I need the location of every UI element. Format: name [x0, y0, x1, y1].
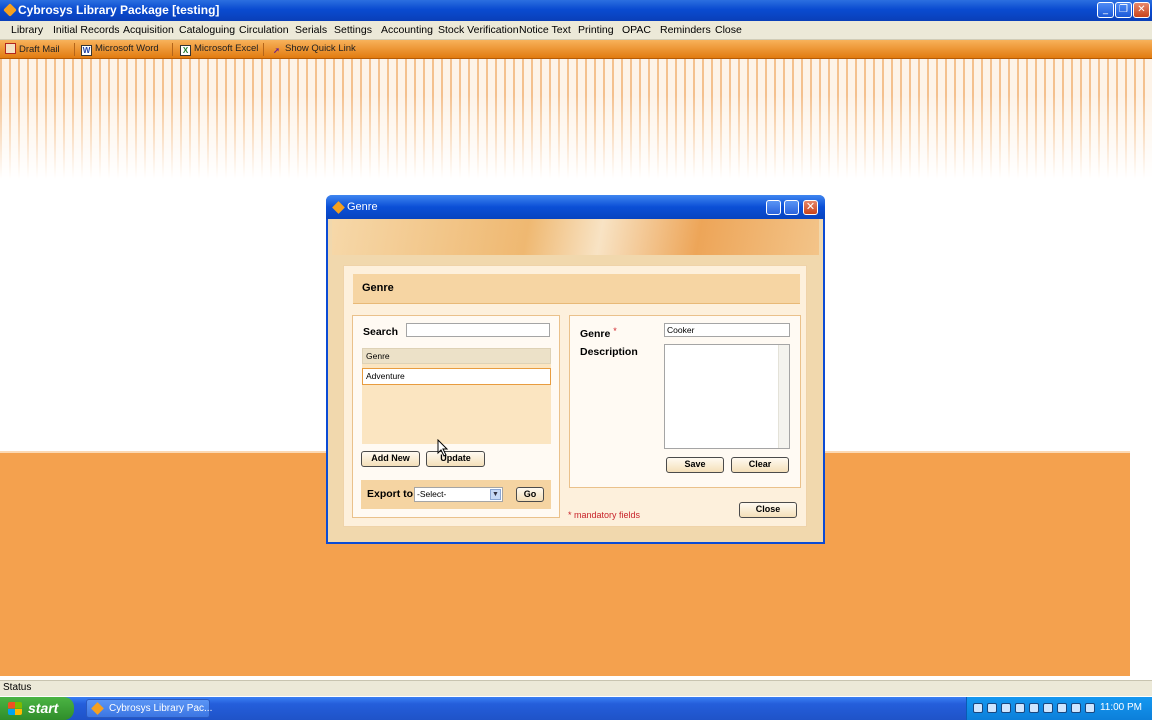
list-item-label: Adventure: [366, 371, 405, 381]
description-textarea[interactable]: [664, 344, 790, 449]
show-quick-link-label: Show Quick Link: [285, 43, 356, 54]
excel-icon: X: [180, 45, 191, 56]
list-item[interactable]: Adventure: [362, 368, 551, 385]
menu-acquisition[interactable]: Acquisition: [123, 24, 174, 36]
go-button[interactable]: Go: [516, 487, 544, 502]
background-stripes: [0, 59, 1152, 179]
export-label: Export to: [367, 488, 414, 500]
menu-reminders[interactable]: Reminders: [660, 24, 711, 36]
taskbar: start Cybrosys Library Pac... 11:00 PM: [0, 697, 1152, 720]
export-bar: Export to -Select- ▼ Go: [361, 480, 551, 509]
add-new-button[interactable]: Add New: [361, 451, 420, 467]
draft-mail-link[interactable]: Draft Mail: [5, 43, 60, 55]
pointer-icon: ➚: [273, 46, 280, 55]
required-mark: *: [613, 326, 617, 336]
window-titlebar: Cybrosys Library Package [testing] _ ❐ ✕: [0, 0, 1152, 21]
genre-list-panel: Search Genre Adventure Add New Update Ex…: [352, 315, 560, 518]
mail-icon: [5, 43, 16, 54]
toolbar-separator: [74, 43, 75, 56]
menu-library[interactable]: Library: [11, 24, 43, 36]
close-button[interactable]: Close: [739, 502, 797, 518]
menu-cataloguing[interactable]: Cataloguing: [179, 24, 235, 36]
toolbar-separator: [172, 43, 173, 56]
chevron-down-icon[interactable]: ▼: [490, 489, 501, 500]
tray-app-icon[interactable]: [1015, 703, 1025, 713]
close-window-button[interactable]: ✕: [1133, 2, 1150, 18]
tray-security-icon[interactable]: [1057, 703, 1067, 713]
dialog-minimize-button[interactable]: [766, 200, 781, 215]
genre-list: Genre Adventure: [362, 348, 551, 444]
menu-notice-text[interactable]: Notice Text: [519, 24, 571, 36]
genre-label: Genre *: [580, 326, 617, 340]
search-input[interactable]: [406, 323, 550, 337]
show-quick-link[interactable]: ➚ Show Quick Link: [271, 43, 356, 57]
mouse-pointer-icon: [437, 439, 449, 457]
form-header: Genre: [353, 274, 800, 304]
menu-circulation[interactable]: Circulation: [239, 24, 289, 36]
description-scrollbar[interactable]: [778, 345, 789, 448]
word-icon: W: [81, 45, 92, 56]
microsoft-excel-link[interactable]: X Microsoft Excel: [180, 43, 258, 56]
start-button[interactable]: start: [0, 697, 74, 720]
menu-printing[interactable]: Printing: [578, 24, 614, 36]
save-button[interactable]: Save: [666, 457, 724, 473]
start-label: start: [28, 700, 59, 716]
dialog-titlebar[interactable]: Genre ✕: [326, 195, 825, 219]
tray-update-icon[interactable]: [1085, 703, 1095, 713]
description-label: Description: [580, 346, 638, 358]
form-title: Genre: [362, 282, 394, 294]
menu-bar: Library Initial Records Acquisition Cata…: [0, 21, 1152, 40]
menu-opac[interactable]: OPAC: [622, 24, 651, 36]
tray-network-icon[interactable]: [987, 703, 997, 713]
app-icon: [3, 3, 17, 17]
menu-initial-records[interactable]: Initial Records: [53, 24, 120, 36]
list-column-label: Genre: [366, 351, 390, 361]
taskbar-item-app[interactable]: Cybrosys Library Pac...: [86, 699, 213, 718]
mandatory-fields-note: * mandatory fields: [568, 510, 641, 520]
minimize-button[interactable]: _: [1097, 2, 1114, 18]
search-label: Search: [363, 326, 399, 338]
maximize-button[interactable]: ❐: [1115, 2, 1132, 18]
export-format-select[interactable]: -Select- ▼: [414, 487, 503, 502]
dialog-title: Genre: [347, 201, 378, 213]
system-tray: 11:00 PM: [966, 697, 1152, 720]
microsoft-excel-label: Microsoft Excel: [194, 43, 259, 54]
microsoft-word-link[interactable]: W Microsoft Word: [81, 43, 159, 56]
menu-settings[interactable]: Settings: [334, 24, 372, 36]
windows-logo-icon: [8, 702, 22, 715]
dialog-maximize-button[interactable]: [784, 200, 799, 215]
clear-button[interactable]: Clear: [731, 457, 789, 473]
tray-chat-icon[interactable]: [1043, 703, 1053, 713]
dialog-close-icon[interactable]: ✕: [803, 200, 818, 215]
dialog-app-icon: [332, 201, 345, 214]
status-bar: Status: [0, 680, 1152, 696]
menu-serials[interactable]: Serials: [295, 24, 327, 36]
window-title: Cybrosys Library Package [testing]: [18, 3, 220, 17]
menu-accounting[interactable]: Accounting: [381, 24, 433, 36]
tray-volume-icon[interactable]: [1071, 703, 1081, 713]
genre-dialog: Genre ✕ Genre Search Genre Adventure Add…: [326, 195, 825, 544]
tray-shield-icon[interactable]: [1029, 703, 1039, 713]
tray-pen-icon[interactable]: [973, 703, 983, 713]
update-button[interactable]: Update: [426, 451, 485, 467]
dialog-banner: [332, 219, 819, 255]
tray-monitor-icon[interactable]: [1001, 703, 1011, 713]
dialog-content: Genre Search Genre Adventure Add New Upd…: [343, 265, 807, 527]
genre-input[interactable]: [664, 323, 790, 337]
genre-label-text: Genre: [580, 328, 611, 340]
toolbar-separator: [263, 43, 264, 56]
quick-toolbar: Draft Mail W Microsoft Word X Microsoft Ex…: [0, 40, 1152, 59]
draft-mail-label: Draft Mail: [19, 44, 60, 55]
genre-form-panel: Genre * Description Save Clear: [569, 315, 801, 488]
microsoft-word-label: Microsoft Word: [95, 43, 159, 54]
taskbar-item-label: Cybrosys Library Pac...: [109, 703, 213, 714]
menu-close[interactable]: Close: [715, 24, 742, 36]
clock: 11:00 PM: [1099, 702, 1142, 713]
status-text: Status: [3, 682, 32, 693]
menu-stock-verification[interactable]: Stock Verification: [438, 24, 519, 36]
list-column-header[interactable]: Genre: [362, 348, 551, 364]
app-icon: [91, 702, 104, 715]
export-select-value: -Select-: [417, 489, 447, 499]
